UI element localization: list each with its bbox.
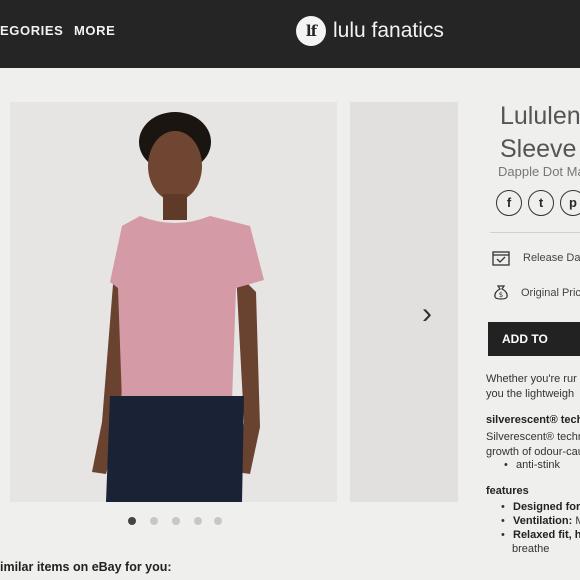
product-image-main[interactable]: [10, 102, 337, 502]
site-logo-text[interactable]: lulu fanatics: [333, 19, 444, 43]
feature-item: Ventilation: M: [501, 515, 580, 527]
feature-item: Designed for:: [501, 501, 580, 513]
features-heading: features: [486, 485, 529, 497]
release-date-label: Release Dat: [523, 252, 580, 264]
carousel-dot[interactable]: [128, 517, 136, 525]
product-title-line2: Sleeve 2: [500, 135, 580, 163]
product-subtitle: Dapple Dot Ma: [498, 164, 580, 179]
feature-item-text: M: [575, 515, 580, 527]
product-info-panel: Lululen Sleeve 2 Dapple Dot Ma f t p Rel…: [482, 96, 580, 580]
feature-item-label: Designed for:: [513, 501, 580, 513]
calendar-icon: [492, 251, 510, 266]
section-heading: silverescent® techr: [486, 414, 580, 426]
similar-items-heading: imilar items on eBay for you:: [0, 560, 172, 574]
feature-item-continued: breathe: [512, 543, 550, 555]
description-line: Whether you're rur: [486, 373, 577, 385]
nav-more[interactable]: MORE: [74, 23, 115, 38]
carousel-dot[interactable]: [150, 517, 158, 525]
logo-icon[interactable]: lf: [296, 16, 326, 46]
nav-categories[interactable]: EGORIES: [0, 23, 63, 38]
section-text-line: growth of odour-cau: [486, 446, 580, 458]
product-title-line1: Lululen: [500, 102, 580, 130]
facebook-icon[interactable]: f: [496, 190, 522, 216]
feature-item-label: Ventilation:: [513, 515, 573, 527]
carousel-dot[interactable]: [172, 517, 180, 525]
original-price-label: Original Pric: [521, 287, 580, 299]
product-title: Lululen Sleeve 2: [500, 100, 580, 166]
carousel-dot[interactable]: [194, 517, 202, 525]
section-text-line: Silverescent® techn: [486, 431, 580, 443]
pinterest-icon[interactable]: p: [560, 190, 580, 216]
chevron-right-icon[interactable]: ›: [412, 296, 442, 332]
bullet-item: anti-stink: [504, 459, 560, 471]
model-illustration: [10, 102, 337, 502]
svg-text:$: $: [499, 291, 503, 299]
description-line: you the lightweigh: [486, 388, 575, 400]
twitter-icon[interactable]: t: [528, 190, 554, 216]
carousel-dot[interactable]: [214, 517, 222, 525]
top-navigation-bar: EGORIES MORE lf lulu fanatics: [0, 0, 580, 68]
add-to-button[interactable]: ADD TO: [488, 322, 580, 356]
feature-item-label: Relaxed fit, hi: [513, 529, 580, 541]
feature-item: Relaxed fit, hi: [501, 529, 580, 541]
money-bag-icon: $: [494, 285, 508, 300]
divider: [490, 232, 580, 233]
